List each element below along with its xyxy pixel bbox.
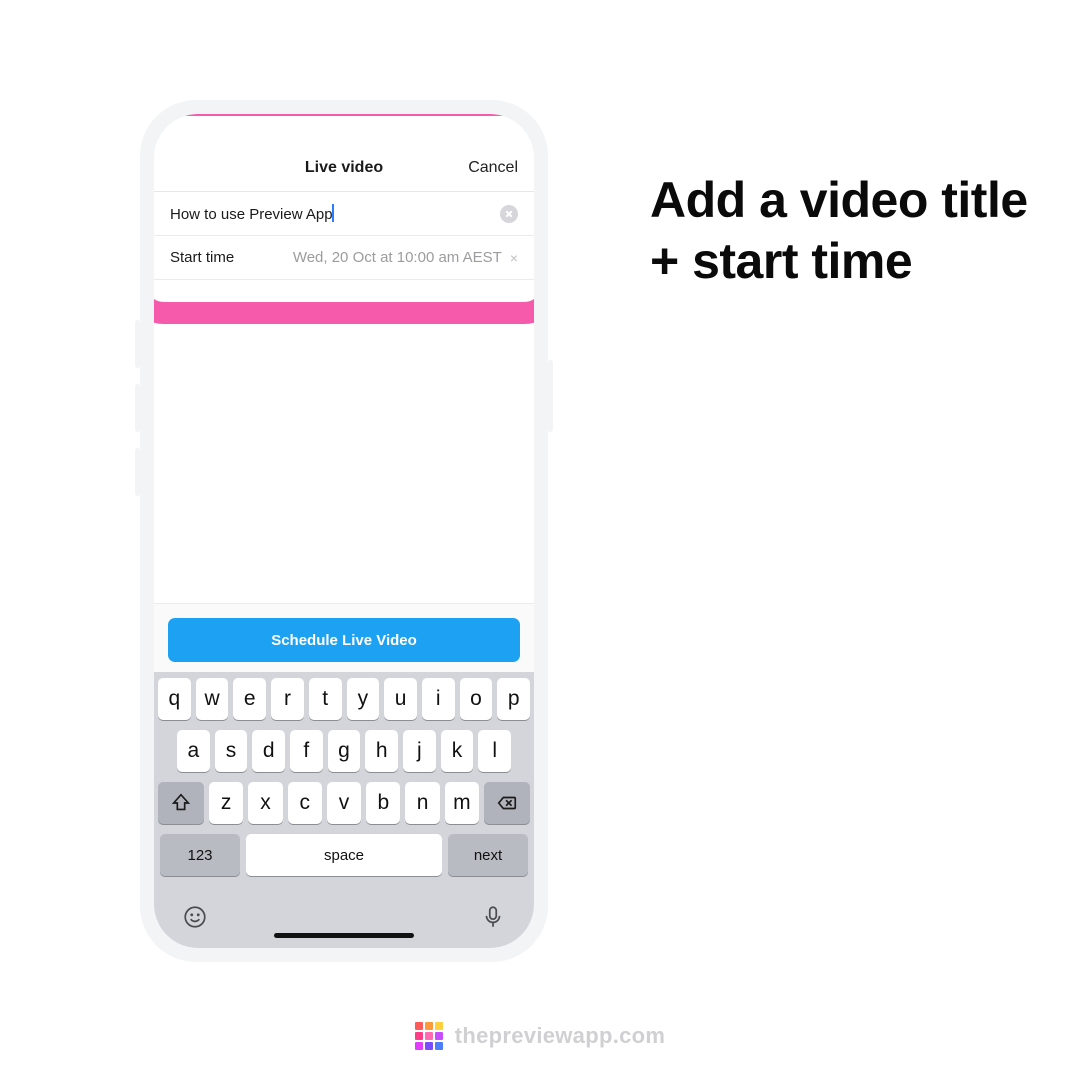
start-time-label: Start time [170, 249, 234, 266]
start-time-row[interactable]: Start time Wed, 20 Oct at 10:00 am AEST … [154, 236, 534, 280]
key-a[interactable]: a [177, 730, 210, 772]
key-h[interactable]: h [365, 730, 398, 772]
watermark: thepreviewapp.com [0, 1022, 1080, 1050]
key-c[interactable]: c [288, 782, 322, 824]
navbar: Live video Cancel [154, 144, 534, 192]
start-time-value: Wed, 20 Oct at 10:00 am AEST [293, 249, 502, 266]
key-backspace[interactable] [484, 782, 530, 824]
key-v[interactable]: v [327, 782, 361, 824]
navbar-title: Live video [305, 159, 383, 177]
title-input-value[interactable]: How to use Preview App [170, 204, 492, 223]
backspace-icon [496, 792, 518, 814]
keyboard-row-4: 123 space next [158, 834, 530, 886]
emoji-icon[interactable] [182, 904, 208, 935]
key-o[interactable]: o [460, 678, 493, 720]
key-q[interactable]: q [158, 678, 191, 720]
clear-text-icon[interactable] [500, 205, 518, 223]
phone-frame: Live video Cancel How to use Preview App… [140, 100, 548, 962]
key-n[interactable]: n [405, 782, 439, 824]
key-x[interactable]: x [248, 782, 282, 824]
key-m[interactable]: m [445, 782, 479, 824]
key-y[interactable]: y [347, 678, 380, 720]
home-indicator [274, 933, 414, 938]
key-numbers[interactable]: 123 [160, 834, 240, 876]
phone-screen: Live video Cancel How to use Preview App… [154, 114, 534, 948]
key-j[interactable]: j [403, 730, 436, 772]
keyboard-row-2: a s d f g h j k l [158, 730, 530, 772]
blank-area [154, 280, 534, 603]
keyboard-row-3: z x c v b n m [158, 782, 530, 824]
key-i[interactable]: i [422, 678, 455, 720]
key-w[interactable]: w [196, 678, 229, 720]
key-shift[interactable] [158, 782, 204, 824]
key-l[interactable]: l [478, 730, 511, 772]
schedule-button[interactable]: Schedule Live Video [168, 618, 520, 662]
key-next[interactable]: next [448, 834, 528, 876]
row-accessory-icon: × [510, 250, 518, 266]
key-e[interactable]: e [233, 678, 266, 720]
watermark-text: thepreviewapp.com [455, 1023, 666, 1049]
keyboard-row-1: q w e r t y u i o p [158, 678, 530, 720]
keyboard: q w e r t y u i o p a s d f g h j k l [154, 672, 534, 948]
action-bar: Schedule Live Video [154, 603, 534, 672]
key-t[interactable]: t [309, 678, 342, 720]
instruction-headline: Add a video title + start time [650, 170, 1030, 292]
key-z[interactable]: z [209, 782, 243, 824]
shift-icon [170, 792, 192, 814]
key-f[interactable]: f [290, 730, 323, 772]
keyboard-footer [158, 896, 530, 948]
key-u[interactable]: u [384, 678, 417, 720]
key-k[interactable]: k [441, 730, 474, 772]
key-p[interactable]: p [497, 678, 530, 720]
key-g[interactable]: g [328, 730, 361, 772]
key-b[interactable]: b [366, 782, 400, 824]
key-d[interactable]: d [252, 730, 285, 772]
dictation-icon[interactable] [480, 904, 506, 935]
cancel-button[interactable]: Cancel [468, 159, 518, 177]
title-input-row[interactable]: How to use Preview App [154, 192, 534, 236]
key-space[interactable]: space [246, 834, 442, 876]
key-s[interactable]: s [215, 730, 248, 772]
key-r[interactable]: r [271, 678, 304, 720]
preview-logo-icon [415, 1022, 443, 1050]
